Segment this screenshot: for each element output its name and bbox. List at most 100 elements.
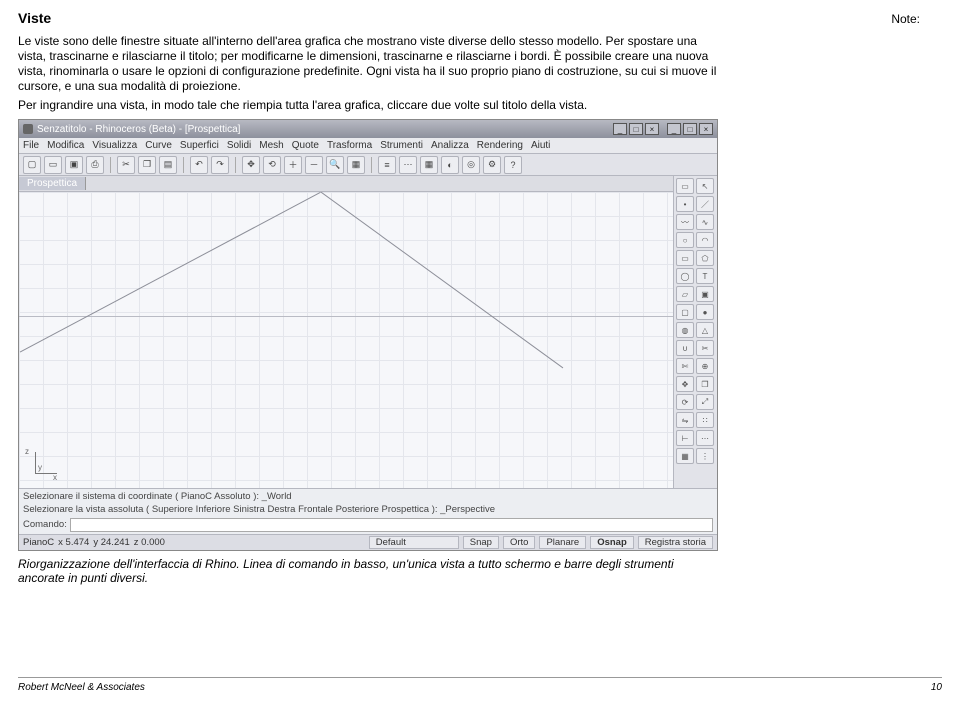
arc-icon[interactable]: ◠ (696, 232, 714, 248)
undo-icon[interactable]: ↶ (190, 156, 208, 174)
redo-icon[interactable]: ↷ (211, 156, 229, 174)
paragraph-1: Le viste sono delle finestre situate all… (18, 34, 718, 94)
curve-icon[interactable]: ∿ (696, 214, 714, 230)
status-osnap[interactable]: Osnap (590, 536, 634, 549)
cyl-icon[interactable]: ◍ (676, 322, 694, 338)
close-button[interactable]: × (699, 123, 713, 135)
section-title: Viste (18, 10, 942, 26)
footer-page-number: 10 (931, 682, 942, 693)
line-icon[interactable]: ／ (696, 196, 714, 212)
main-toolbar: ▢ ▭ ▣ ⎙ ✂ ❐ ▤ ↶ ↷ ✥ ⟲ ＋ － 🔍 ▦ ≡ ⋯ ▦ ◐ ◎ … (19, 154, 717, 176)
menu-item[interactable]: Quote (292, 140, 319, 151)
polygon-icon[interactable]: ⬠ (696, 250, 714, 266)
grid-icon[interactable]: ▦ (420, 156, 438, 174)
srf-icon[interactable]: ▱ (676, 286, 694, 302)
box-icon[interactable]: ▢ (676, 304, 694, 320)
menu-item[interactable]: Visualizza (92, 140, 137, 151)
axis-gizmo: x z y (29, 446, 63, 480)
status-layer[interactable]: Default (369, 536, 459, 549)
view-icon[interactable]: ▦ (676, 448, 694, 464)
status-x: x 5.474 (58, 537, 89, 548)
circle-icon[interactable]: ○ (676, 232, 694, 248)
scale-icon[interactable]: ⤢ (696, 394, 714, 410)
viewport[interactable]: x z y (19, 192, 673, 488)
rotate2-icon[interactable]: ⟳ (676, 394, 694, 410)
command-history-1: Selezionare il sistema di coordinate ( P… (23, 491, 713, 503)
select-icon[interactable]: ▭ (676, 178, 694, 194)
zoomin-icon[interactable]: ＋ (284, 156, 302, 174)
ellipse-icon[interactable]: ◯ (676, 268, 694, 284)
sphere-icon[interactable]: ● (696, 304, 714, 320)
tool-icon[interactable]: ⋯ (696, 430, 714, 446)
viewport-tab[interactable]: Prospettica (19, 177, 86, 190)
status-planare[interactable]: Planare (539, 536, 586, 549)
status-orto[interactable]: Orto (503, 536, 535, 549)
save-icon[interactable]: ▣ (65, 156, 83, 174)
menu-item[interactable]: Rendering (477, 140, 523, 151)
mirror-icon[interactable]: ⇋ (676, 412, 694, 428)
menu-item[interactable]: Analizza (431, 140, 469, 151)
menu-item[interactable]: Strumenti (380, 140, 423, 151)
rotate-icon[interactable]: ⟲ (263, 156, 281, 174)
point-icon[interactable]: • (676, 196, 694, 212)
bool-icon[interactable]: ∪ (676, 340, 694, 356)
min-inner-button[interactable]: _ (613, 123, 627, 135)
join-icon[interactable]: ⊕ (696, 358, 714, 374)
arrow-icon[interactable]: ↖ (696, 178, 714, 194)
status-plane: PianoC (23, 537, 54, 548)
menu-item[interactable]: Solidi (227, 140, 251, 151)
max-button[interactable]: □ (683, 123, 697, 135)
copy-icon[interactable]: ❐ (138, 156, 156, 174)
menu-item[interactable]: Superfici (180, 140, 219, 151)
help-icon[interactable]: ? (504, 156, 522, 174)
paste-icon[interactable]: ▤ (159, 156, 177, 174)
open-icon[interactable]: ▭ (44, 156, 62, 174)
trim-icon[interactable]: ✄ (676, 358, 694, 374)
menu-bar: File Modifica Visualizza Curve Superfici… (19, 138, 717, 154)
close-inner-button[interactable]: × (645, 123, 659, 135)
command-input[interactable] (70, 518, 713, 532)
options-icon[interactable]: ⚙ (483, 156, 501, 174)
cone-icon[interactable]: △ (696, 322, 714, 338)
zoom-icon[interactable]: 🔍 (326, 156, 344, 174)
min-button[interactable]: _ (667, 123, 681, 135)
status-z: z 0.000 (134, 537, 165, 548)
viewport-tabstrip: Prospettica (19, 176, 673, 192)
rect-icon[interactable]: ▭ (676, 250, 694, 266)
extrude-icon[interactable]: ▣ (696, 286, 714, 302)
pan-icon[interactable]: ✥ (242, 156, 260, 174)
status-registra[interactable]: Registra storia (638, 536, 713, 549)
move-icon[interactable]: ✥ (676, 376, 694, 392)
split-icon[interactable]: ✂ (696, 340, 714, 356)
array-icon[interactable]: ∷ (696, 412, 714, 428)
polyline-icon[interactable]: 〰 (676, 214, 694, 230)
print-icon[interactable]: ⎙ (86, 156, 104, 174)
command-area: Selezionare il sistema di coordinate ( P… (19, 488, 717, 534)
zoom-ext-icon[interactable]: ▦ (347, 156, 365, 174)
window-title: Senzatitolo - Rhinoceros (Beta) - [Prosp… (37, 124, 240, 135)
layers-icon[interactable]: ≡ (378, 156, 396, 174)
props-icon[interactable]: ⋯ (399, 156, 417, 174)
zoomout-icon[interactable]: － (305, 156, 323, 174)
menu-item[interactable]: File (23, 140, 39, 151)
new-icon[interactable]: ▢ (23, 156, 41, 174)
paragraph-2: Per ingrandire una vista, in modo tale c… (18, 98, 718, 113)
text-icon[interactable]: T (696, 268, 714, 284)
status-snap[interactable]: Snap (463, 536, 499, 549)
menu-item[interactable]: Aiuti (531, 140, 550, 151)
shade-icon[interactable]: ◐ (441, 156, 459, 174)
render-icon[interactable]: ◎ (462, 156, 480, 174)
menu-item[interactable]: Curve (145, 140, 172, 151)
right-toolbox: ▭↖ •／ 〰∿ ○◠ ▭⬠ ◯T ▱▣ ▢● ◍△ ∪✂ ✄⊕ ✥❐ ⟳⤢ ⇋… (673, 176, 717, 488)
menu-item[interactable]: Modifica (47, 140, 84, 151)
note-label: Note: (891, 12, 920, 26)
dim-icon[interactable]: ⊢ (676, 430, 694, 446)
status-bar: PianoC x 5.474 y 24.241 z 0.000 Default … (19, 534, 717, 550)
menu-item[interactable]: Mesh (259, 140, 283, 151)
cut-icon[interactable]: ✂ (117, 156, 135, 174)
menu-item[interactable]: Trasforma (327, 140, 372, 151)
dup-icon[interactable]: ❐ (696, 376, 714, 392)
misc-icon[interactable]: ⋮ (696, 448, 714, 464)
figure-caption: Riorganizzazione dell'interfaccia di Rhi… (18, 557, 718, 585)
max-inner-button[interactable]: □ (629, 123, 643, 135)
